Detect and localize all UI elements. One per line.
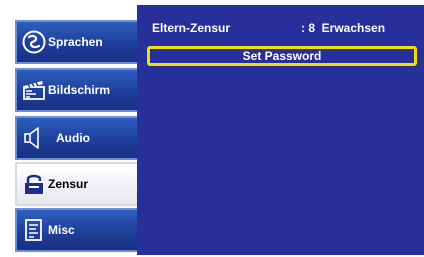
globe-icon xyxy=(21,29,47,55)
sidebar-item-audio[interactable]: Audio xyxy=(15,116,137,160)
sidebar-item-label: Sprachen xyxy=(48,35,103,49)
lock-icon xyxy=(21,171,47,197)
set-password-label: Set Password xyxy=(242,49,322,63)
sidebar-item-bildschirm[interactable]: Bildschirm xyxy=(15,68,137,112)
sidebar-item-misc[interactable]: Misc xyxy=(15,208,137,252)
sidebar-item-zensur[interactable]: Zensur xyxy=(15,162,137,206)
set-password-button[interactable]: Set Password xyxy=(147,46,417,66)
speaker-icon xyxy=(21,125,47,151)
sidebar-item-label: Bildschirm xyxy=(48,83,111,97)
sidebar-item-label: Audio xyxy=(56,131,90,145)
parental-rating-value[interactable]: : 8 Erwachsen xyxy=(301,21,385,35)
sidebar-item-label: Zensur xyxy=(48,177,89,191)
document-icon xyxy=(21,217,47,243)
sidebar: Sprachen Bildschirm Audio Zensur Misc xyxy=(0,0,137,257)
sidebar-item-label: Misc xyxy=(48,223,75,237)
clapperboard-icon xyxy=(21,77,47,103)
parental-rating-label: Eltern-Zensur xyxy=(152,21,231,35)
sidebar-item-sprachen[interactable]: Sprachen xyxy=(15,20,137,64)
settings-panel xyxy=(137,5,424,255)
